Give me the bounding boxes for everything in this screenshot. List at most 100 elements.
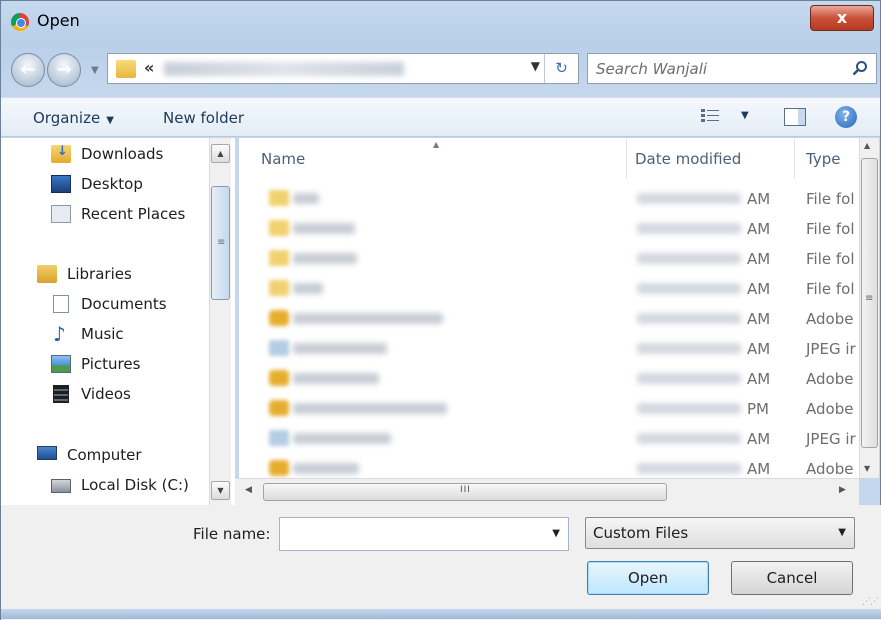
videos-icon — [53, 385, 69, 403]
file-row[interactable]: AM File fol — [239, 184, 859, 214]
file-row[interactable]: AM File fol — [239, 244, 859, 274]
file-row[interactable]: PM Adobe — [239, 394, 859, 424]
date-blurred — [637, 463, 741, 474]
file-name-input[interactable] — [286, 524, 536, 544]
chrome-icon — [11, 13, 29, 31]
computer-icon — [37, 446, 57, 460]
navigation-bar: ← → ▼ « ▼ ↻ — [1, 45, 880, 93]
new-folder-button[interactable]: New folder — [163, 109, 244, 127]
file-row[interactable]: AM File fol — [239, 274, 859, 304]
nav-item-label: Desktop — [81, 175, 143, 193]
date-blurred — [637, 433, 741, 444]
nav-item-label: Local Disk (C:) — [81, 476, 189, 494]
date-suffix: AM — [747, 250, 771, 268]
date-suffix: PM — [747, 400, 769, 418]
file-list-vertical-scrollbar[interactable]: ▲ ≡ ▼ — [859, 138, 879, 478]
chevron-down-icon: ▼ — [838, 527, 846, 538]
file-type-filter-value: Custom Files — [593, 524, 689, 542]
view-options-dropdown[interactable]: ▼ — [741, 110, 749, 121]
window-frame-bottom — [1, 609, 881, 619]
scrollbar-thumb[interactable]: ≡ — [211, 186, 230, 300]
organize-menu[interactable]: Organize ▼ — [33, 109, 114, 127]
file-type: Adobe — [806, 400, 854, 418]
date-blurred — [637, 343, 741, 354]
forward-button[interactable]: → — [47, 53, 81, 87]
file-type-filter[interactable]: Custom Files ▼ — [585, 517, 855, 549]
file-type: File fol — [806, 280, 855, 298]
file-type: JPEG ir — [806, 340, 856, 358]
window-title: Open — [37, 11, 80, 30]
scroll-down-button[interactable]: ▼ — [211, 481, 230, 500]
refresh-button[interactable]: ↻ — [544, 54, 578, 83]
close-button[interactable]: x — [810, 5, 874, 31]
search-input[interactable] — [596, 58, 836, 80]
pdf-file-icon — [269, 400, 289, 416]
column-header-label: Type — [806, 150, 841, 168]
date-suffix: AM — [747, 190, 771, 208]
file-list: Name ▲ Date modified Type AM File fol AM… — [239, 138, 859, 478]
search-icon[interactable] — [852, 60, 868, 76]
nav-item-label: Documents — [81, 295, 167, 313]
date-blurred — [637, 193, 741, 204]
dialog-footer: File name: ▼ Custom Files ▼ Open Cancel … — [1, 505, 881, 620]
file-row[interactable]: AM Adobe — [239, 304, 859, 334]
cancel-button[interactable]: Cancel — [731, 561, 853, 595]
breadcrumb-path-blurred — [164, 62, 404, 76]
open-button[interactable]: Open — [587, 561, 709, 595]
file-row[interactable]: AM JPEG ir — [239, 424, 859, 454]
file-name-blurred — [293, 193, 319, 204]
file-type: JPEG ir — [806, 430, 856, 448]
file-row[interactable]: AM Adobe — [239, 364, 859, 394]
file-name-blurred — [293, 223, 355, 234]
address-bar[interactable]: « ▼ ↻ — [107, 53, 579, 84]
folder-icon — [269, 250, 289, 266]
date-blurred — [637, 403, 741, 414]
scroll-up-button[interactable]: ▲ — [864, 141, 870, 150]
file-list-horizontal-scrollbar[interactable]: ◀ III ▶ — [235, 478, 859, 505]
scrollbar-thumb[interactable]: III — [263, 483, 667, 501]
resize-grip-icon[interactable]: ⋰⋰ — [862, 597, 879, 607]
scroll-down-button[interactable]: ▼ — [864, 464, 870, 473]
folder-icon — [269, 220, 289, 236]
help-icon[interactable]: ? — [835, 106, 857, 128]
file-type: File fol — [806, 220, 855, 238]
address-dropdown-icon[interactable]: ▼ — [531, 59, 540, 73]
breadcrumb-overflow-button[interactable]: « — [144, 58, 154, 77]
scroll-right-button[interactable]: ▶ — [839, 485, 846, 495]
file-name-blurred — [293, 373, 379, 384]
preview-pane-icon[interactable] — [784, 108, 806, 126]
column-header-label: Name — [261, 150, 306, 168]
file-name-blurred — [293, 433, 391, 444]
file-row[interactable]: AM Adobe — [239, 454, 859, 478]
organize-label: Organize — [33, 109, 101, 127]
scrollbar-thumb[interactable]: ≡ — [861, 158, 878, 448]
change-view-icon[interactable] — [701, 109, 719, 123]
column-header-name[interactable]: Name ▲ — [239, 138, 627, 178]
music-icon — [51, 322, 71, 346]
nav-item-label: Downloads — [81, 145, 164, 163]
back-button[interactable]: ← — [11, 53, 45, 87]
file-row[interactable]: AM JPEG ir — [239, 334, 859, 364]
nav-item-label: Music — [81, 325, 124, 343]
column-header-date-modified[interactable]: Date modified — [627, 138, 795, 178]
scroll-up-button[interactable]: ▲ — [211, 144, 230, 163]
navigation-pane: Downloads Desktop Recent Places Librarie… — [1, 138, 235, 505]
scroll-left-button[interactable]: ◀ — [245, 485, 252, 495]
recent-locations-dropdown[interactable]: ▼ — [91, 65, 99, 76]
file-name-combobox[interactable]: ▼ — [279, 517, 569, 551]
downloads-icon — [51, 144, 71, 163]
chevron-down-icon[interactable]: ▼ — [552, 528, 560, 539]
navigation-pane-scrollbar[interactable]: ▲ ≡ ▼ — [209, 138, 231, 505]
column-header-type[interactable]: Type — [795, 138, 859, 178]
desktop-icon — [51, 175, 71, 193]
sort-ascending-icon: ▲ — [433, 140, 440, 149]
file-type: File fol — [806, 190, 855, 208]
file-row[interactable]: AM File fol — [239, 214, 859, 244]
date-suffix: AM — [747, 310, 771, 328]
command-bar: Organize ▼ New folder ▼ ? — [1, 97, 880, 137]
folder-icon — [116, 60, 136, 78]
folder-icon — [269, 280, 289, 296]
search-box[interactable] — [587, 53, 877, 84]
file-type: File fol — [806, 250, 855, 268]
pictures-icon — [51, 355, 71, 373]
